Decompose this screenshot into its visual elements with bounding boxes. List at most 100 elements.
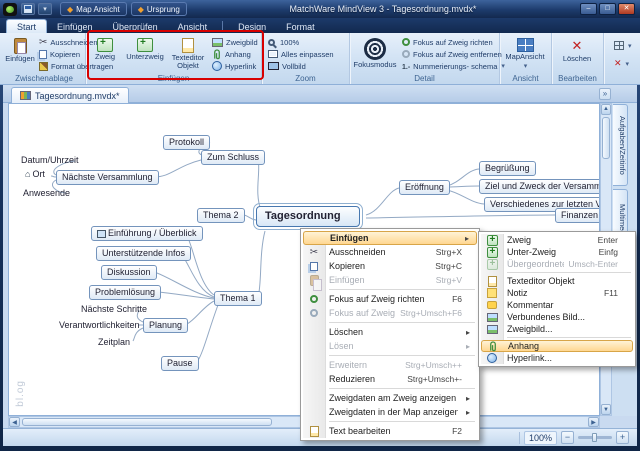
context-item-zweigdaten-map[interactable]: Zweigdaten in der Map anzeigen	[303, 405, 477, 419]
map-node-problemloesung[interactable]: Problemlösung	[89, 285, 161, 300]
context-item-einfuegen[interactable]: Einfügen	[303, 231, 477, 245]
context-item-fokus-richten[interactable]: Fokus auf Zweig richten F6	[303, 292, 477, 306]
fullscreen-button[interactable]: Vollbild	[266, 60, 306, 72]
submenu-item-zweigbild[interactable]: Zweigbild...	[481, 323, 633, 335]
scroll-left-button[interactable]: ◀	[9, 417, 20, 427]
copy-button[interactable]: Kopieren	[37, 48, 80, 60]
nummerierung-button[interactable]: Nummerierungs- schema	[400, 60, 505, 72]
group-label-zwischenablage: Zwischenablage	[3, 74, 85, 83]
tab-start[interactable]: Start	[6, 19, 47, 33]
map-node-einfuehrung[interactable]: Einführung / Überblick	[91, 226, 203, 241]
document-tab[interactable]: Tagesordnung.mvdx*	[11, 87, 129, 103]
fokus-entfernen-button[interactable]: Fokus auf Zweig entfernen	[400, 48, 502, 60]
context-item-zweigdaten-zweig[interactable]: Zweigdaten am Zweig anzeigen	[303, 391, 477, 405]
submenu-item-zweig[interactable]: Zweig Enter	[481, 234, 633, 246]
zoom-level-value: 100%	[524, 431, 557, 445]
map-node-unterstuetzende[interactable]: Unterstützende Infos	[96, 246, 191, 261]
submenu-arrow-icon	[466, 327, 475, 337]
submenu-item-anhang[interactable]: Anhang	[481, 340, 633, 352]
close-button[interactable]	[618, 3, 635, 15]
map-node-zum-schluss[interactable]: Zum Schluss	[201, 150, 265, 165]
vertical-scroll-thumb[interactable]	[602, 117, 610, 159]
map-node-anwesende[interactable]: Anwesende	[23, 188, 70, 198]
menu-separator	[329, 322, 475, 323]
fokus-richten-button[interactable]: Fokus auf Zweig richten	[400, 36, 493, 48]
unfocus-icon	[303, 309, 325, 317]
scissors-icon	[303, 247, 325, 258]
ribbon-extra-button-2[interactable]	[612, 57, 629, 69]
context-item-loeschen[interactable]: Löschen	[303, 325, 477, 339]
map-node-ort[interactable]: Ort	[25, 169, 45, 179]
context-item-einfuegen-paste[interactable]: Einfügen Strg+V	[303, 273, 477, 287]
parent-branch-icon	[481, 259, 503, 270]
map-node-thema2[interactable]: Thema 2	[197, 208, 245, 223]
map-node-pause[interactable]: Pause	[161, 356, 199, 371]
submenu-item-kommentar[interactable]: Kommentar	[481, 299, 633, 311]
loeschen-button[interactable]: Löschen	[556, 35, 598, 64]
map-node-naechste-schritte[interactable]: Nächste Schritte	[81, 304, 147, 314]
context-item-reduzieren[interactable]: Reduzieren Strg+Umsch+-	[303, 372, 477, 386]
context-item-text-bearbeiten[interactable]: Text bearbeiten F2	[303, 424, 477, 438]
save-button[interactable]	[21, 3, 35, 15]
paste-button[interactable]: Einfügen	[4, 35, 36, 64]
map-node-protokoll[interactable]: Protokoll	[163, 135, 210, 150]
app-logo-icon[interactable]	[3, 3, 17, 16]
submenu-item-uebergeordneter-zweig[interactable]: Übergeordneter Zweig Umsch-Enter	[481, 258, 633, 270]
mapansicht-button[interactable]: MapAnsicht	[502, 35, 548, 71]
focus-icon	[303, 295, 325, 303]
submenu-item-hyperlink[interactable]: Hyperlink...	[481, 352, 633, 364]
map-node-naechste-versammlung[interactable]: Nächste Versammlung	[56, 170, 159, 185]
context-item-fokus-entfernen[interactable]: Fokus auf Zweig entfernen Strg+Umsch+F6	[303, 306, 477, 320]
map-node-ziel[interactable]: Ziel und Zweck der Versammlung	[479, 179, 600, 194]
ursprung-button[interactable]: Ursprung	[131, 2, 187, 16]
ursprung-label: Ursprung	[147, 5, 180, 14]
submenu-arrow-icon	[466, 393, 475, 403]
context-item-ausschneiden[interactable]: Ausschneiden Strg+X	[303, 245, 477, 259]
maximize-button[interactable]	[599, 3, 616, 15]
clipboard-icon	[14, 38, 27, 54]
map-node-planung[interactable]: Planung	[143, 318, 188, 333]
zoom-in-button[interactable]: +	[616, 431, 629, 444]
map-node-eroeffnung[interactable]: Eröffnung	[399, 180, 450, 195]
context-item-loesen[interactable]: Lösen	[303, 339, 477, 353]
note-icon	[481, 288, 503, 298]
statusbar-separator	[519, 432, 520, 444]
map-node-thema1[interactable]: Thema 1	[214, 291, 262, 306]
scroll-up-button[interactable]: ▲	[601, 104, 611, 115]
map-node-begruessung[interactable]: Begrüßung	[479, 161, 536, 176]
context-item-erweitern[interactable]: Erweitern Strg+Umsch++	[303, 358, 477, 372]
zoom-slider[interactable]	[578, 436, 612, 439]
submenu-item-verbundenes-bild[interactable]: Verbundenes Bild...	[481, 311, 633, 323]
map-ansicht-label: Map Ansicht	[76, 5, 120, 14]
menu-separator	[329, 421, 475, 422]
zoom-slider-thumb[interactable]	[592, 433, 597, 442]
map-root-node[interactable]: Tagesordnung	[256, 206, 360, 227]
ribbon-extra-button-1[interactable]	[612, 39, 632, 51]
fit-all-button[interactable]: Alles einpassen	[266, 48, 334, 60]
submenu-item-notiz[interactable]: Notiz F11	[481, 287, 633, 299]
submenu-item-texteditor-objekt[interactable]: Texteditor Objekt	[481, 275, 633, 287]
submenu-item-unter-zweig[interactable]: Unter-Zweig Einfg	[481, 246, 633, 258]
tab-format[interactable]: Format	[276, 20, 325, 33]
quick-access-dropdown[interactable]	[38, 3, 52, 15]
map-node-finanzen[interactable]: Finanzen	[555, 208, 600, 223]
zoom-out-button[interactable]: −	[561, 431, 574, 444]
map-node-verantwortlichkeiten[interactable]: Verantwortlichkeiten	[59, 320, 140, 330]
map-node-datum-uhrzeit[interactable]: Datum/Uhrzeit	[21, 155, 79, 165]
scroll-down-button[interactable]: ▼	[601, 404, 611, 415]
branch-icon	[481, 235, 503, 246]
map-ansicht-button[interactable]: Map Ansicht	[60, 2, 127, 16]
horizontal-scroll-thumb[interactable]	[22, 418, 272, 426]
paperclip-icon	[482, 341, 504, 352]
group-label-bearbeiten: Bearbeiten	[552, 74, 603, 83]
minimize-button[interactable]	[580, 3, 597, 15]
context-item-kopieren[interactable]: Kopieren Strg+C	[303, 259, 477, 273]
fokusmodus-button[interactable]: Fokusmodus	[352, 35, 398, 70]
panel-tab-aufgaben-zeitinfo[interactable]: Aufgaben/Zeitinfo	[613, 104, 628, 186]
panel-chevron-button[interactable]	[599, 88, 611, 100]
zoom-100-button[interactable]: 100%	[266, 36, 299, 48]
map-node-zeitplan[interactable]: Zeitplan	[98, 337, 130, 347]
paste-icon	[303, 275, 325, 286]
scroll-right-button[interactable]: ▶	[588, 417, 599, 427]
map-node-diskussion[interactable]: Diskussion	[101, 265, 157, 280]
